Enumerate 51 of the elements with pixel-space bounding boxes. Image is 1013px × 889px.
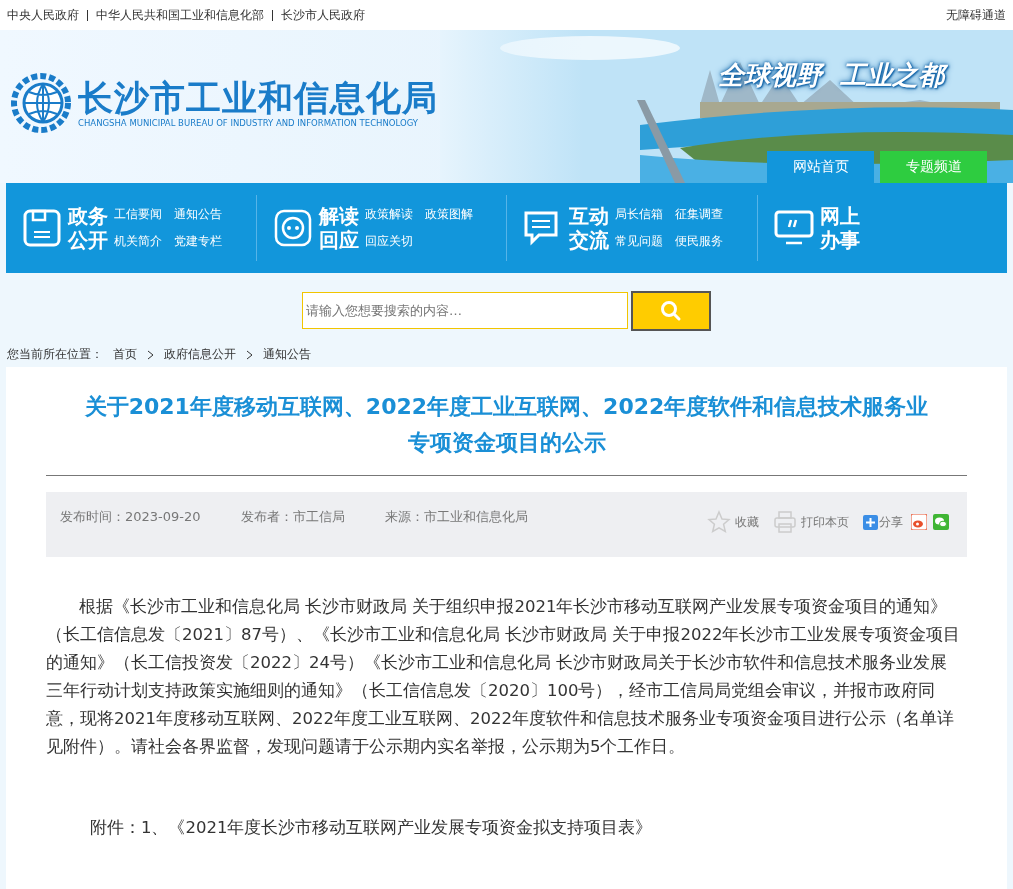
nav-link[interactable]: 党建专栏 bbox=[174, 233, 222, 250]
search-field[interactable]: 请输入您想要搜索的内容… bbox=[302, 292, 628, 329]
favorite-button[interactable]: 收藏 bbox=[707, 510, 759, 534]
breadcrumb-label: 您当前所在位置： bbox=[7, 346, 103, 363]
site-subtitle: CHANGSHA MUNICIPAL BUREAU OF INDUSTRY AND INFORMATION TECHNOLOGY bbox=[78, 118, 420, 128]
star-icon bbox=[707, 510, 731, 534]
article-paragraph: 根据《长沙市工业和信息化局 长沙市财政局 关于组织申报2021年长沙市移动互联网产业发展专项资金项目的通知》（长工信信息发〔2021〕87号）、《长沙市工业和信息化局 长沙市财政局 关于申报2022年长沙市工业发展专项资金项目的通知》（长工信投资发〔2022〕24号）《长沙市工业和信息化局 长沙市财政局关于长沙市软件和信息技术服务业发展三年行动计划支持政策实施细则的通知》（长工信信息发〔2020〕100号），经市工信局局党组会审议，并报市政府同意，现将2021年度移动互联网、2022年度工业互联网、2022年度软件和信息技术服务业专项资金项目进行公示（名单详见附件）。请社会各界监督，发现问题请于公示期内实名举报，公示期为5个工作日。 bbox=[46, 596, 961, 758]
breadcrumb-link[interactable]: 通知公告 bbox=[263, 346, 311, 363]
article-meta: 发布时间：2023-09-20 bbox=[60, 508, 201, 526]
nav-link[interactable]: 机关简介 bbox=[114, 233, 162, 250]
top-link[interactable]: 长沙市人民政府 bbox=[281, 6, 365, 24]
nav-link[interactable]: 通知公告 bbox=[174, 206, 222, 223]
printer-icon bbox=[773, 510, 797, 534]
site-title: 长沙市工业和信息化局 bbox=[78, 78, 438, 118]
channel-tab[interactable]: 网站首页 bbox=[767, 151, 874, 183]
channel-tab[interactable]: 专题频道 bbox=[880, 151, 987, 183]
nav-link[interactable]: 征集调查 bbox=[675, 206, 723, 223]
nav-heading: 政务 bbox=[68, 204, 108, 228]
nav-link[interactable]: 便民服务 bbox=[675, 233, 723, 250]
nav-link[interactable]: 工信要闻 bbox=[114, 206, 162, 223]
nav-heading: 网上 bbox=[819, 204, 860, 228]
nav-link[interactable]: 政策图解 bbox=[424, 206, 473, 223]
nav-link[interactable]: 政策解读 bbox=[364, 206, 413, 223]
nav-heading: 交流 bbox=[569, 228, 609, 252]
breadcrumb-link[interactable]: 首页 bbox=[113, 346, 137, 363]
nav-link[interactable]: 回应关切 bbox=[364, 233, 413, 250]
share-button[interactable]: 分享 bbox=[863, 513, 903, 531]
search-button[interactable] bbox=[631, 291, 711, 331]
article-meta: 来源：市工业和信息化局 bbox=[384, 508, 528, 526]
chevron-icon bbox=[147, 349, 154, 360]
nav-heading: 互动 bbox=[569, 204, 609, 228]
search-icon bbox=[660, 300, 682, 322]
globe-gear-logo-icon bbox=[10, 72, 72, 134]
attachment-line: 附件：1、《2021年度长沙市移动互联网产业发展专项资金拟支持项目表》 bbox=[90, 817, 654, 839]
chevron-icon bbox=[246, 349, 253, 360]
plus-icon bbox=[863, 514, 878, 530]
nav-link[interactable]: 常见问题 bbox=[615, 233, 663, 250]
accessibility-link[interactable]: 无障碍通道 bbox=[946, 6, 1006, 24]
article-title: 关于2021年度移动互联网、2022年度工业互联网、2022年度软件和信息技术服务业 bbox=[84, 393, 929, 421]
face-icon bbox=[272, 208, 313, 248]
article-meta: 发布者：市工信局 bbox=[240, 508, 345, 526]
top-link[interactable]: 中华人民共和国工业和信息化部 bbox=[96, 6, 264, 24]
nav-heading: 解读 bbox=[318, 204, 359, 228]
breadcrumb-link[interactable]: 政府信息公开 bbox=[164, 346, 236, 363]
article-title: 专项资金项目的公示 bbox=[407, 429, 606, 457]
top-link[interactable]: 中央人民政府 bbox=[7, 6, 79, 24]
nav-link[interactable]: 局长信箱 bbox=[615, 206, 663, 223]
nav-heading: 办事 bbox=[819, 228, 860, 252]
nav-heading: 公开 bbox=[68, 228, 108, 252]
print-button[interactable]: 打印本页 bbox=[773, 510, 849, 534]
nav-heading: 回应 bbox=[318, 228, 359, 252]
